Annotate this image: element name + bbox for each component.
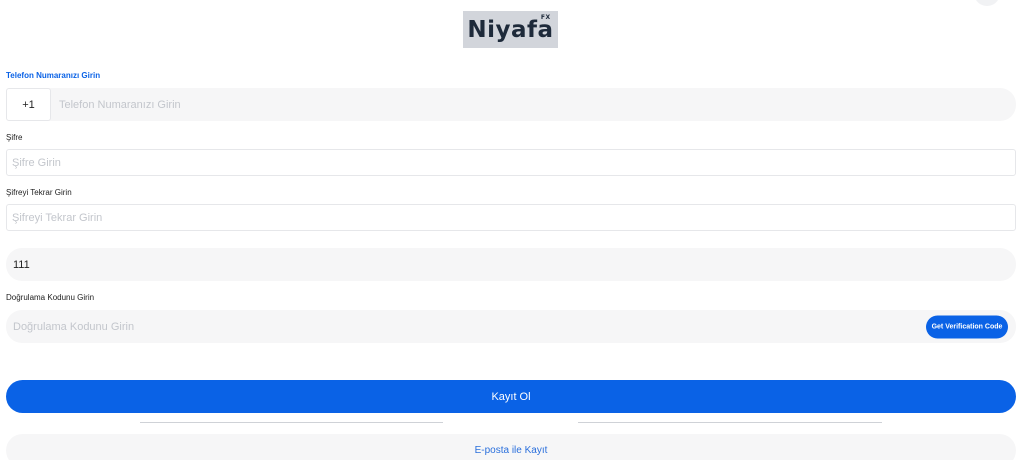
verification-placeholder: Doğrulama Kodunu Girin <box>13 320 135 333</box>
verification-input[interactable]: Doğrulama Kodunu Girin Get Verification … <box>6 310 1016 343</box>
email-register-button[interactable]: E-posta ile Kayıt <box>6 434 1016 460</box>
password-repeat-placeholder: Şifreyi Tekrar Girin <box>12 211 103 224</box>
phone-placeholder: Telefon Numaranızı Girin <box>59 98 181 111</box>
logo-text: Niyafa FX <box>467 13 554 43</box>
password-repeat-label: Şifreyi Tekrar Girin <box>6 188 72 197</box>
logo: Niyafa FX <box>463 11 558 48</box>
divider-right <box>578 422 882 423</box>
register-button[interactable]: Kayıt Ol <box>6 380 1016 413</box>
password-placeholder: Şifre Girin <box>12 156 61 169</box>
invite-code-value: 111 <box>13 258 30 271</box>
divider-left <box>140 422 443 423</box>
country-code-select[interactable]: +1 <box>6 88 51 121</box>
password-input[interactable]: Şifre Girin <box>6 149 1016 176</box>
top-right-icon[interactable] <box>974 0 1000 6</box>
get-verification-code-button[interactable]: Get Verification Code <box>926 315 1008 338</box>
invite-code-input[interactable]: 111 <box>6 248 1016 281</box>
phone-label: Telefon Numaranızı Girin <box>6 71 101 80</box>
logo-sup: FX <box>540 13 551 21</box>
password-label: Şifre <box>6 133 23 142</box>
verification-label: Doğrulama Kodunu Girin <box>6 293 95 302</box>
phone-input[interactable]: Telefon Numaranızı Girin <box>6 88 1016 121</box>
password-repeat-input[interactable]: Şifreyi Tekrar Girin <box>6 204 1016 231</box>
